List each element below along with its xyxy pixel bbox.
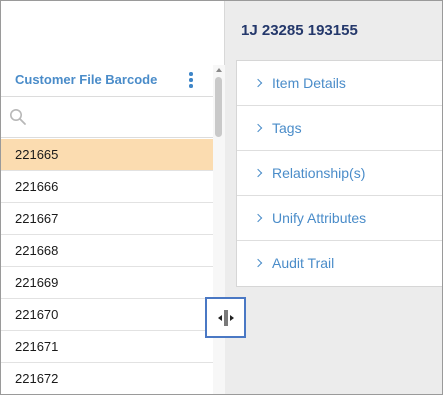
list-panel: Customer File Barcode 221665 221666 221667… xyxy=(1,1,225,394)
column-title[interactable]: Customer File Barcode xyxy=(15,72,157,87)
search-row xyxy=(1,96,213,138)
column-header: Customer File Barcode xyxy=(1,65,213,95)
table-row[interactable]: 221667 xyxy=(1,203,213,235)
table-row[interactable]: 221665 xyxy=(1,139,213,171)
section-label: Item Details xyxy=(272,75,346,91)
chevron-right-icon xyxy=(253,168,263,178)
list-scrollbar[interactable] xyxy=(213,65,225,394)
section-audit-trail[interactable]: Audit Trail xyxy=(237,241,442,286)
section-relationship-s[interactable]: Relationship(s) xyxy=(237,151,442,196)
detail-sections: Item Details Tags Relationship(s) Unify Att… xyxy=(236,60,442,287)
table-row[interactable]: 221666 xyxy=(1,171,213,203)
scroll-up-arrow-icon[interactable] xyxy=(216,68,222,72)
section-label: Relationship(s) xyxy=(272,165,366,181)
detail-panel: 1J 23285 193155 Item Details Tags Relation… xyxy=(225,1,442,394)
table-row[interactable]: 221670 xyxy=(1,299,213,331)
table-row[interactable]: 221671 xyxy=(1,331,213,363)
table-row[interactable]: 221668 xyxy=(1,235,213,267)
section-label: Audit Trail xyxy=(272,255,335,271)
table-row[interactable]: 221669 xyxy=(1,267,213,299)
chevron-right-icon xyxy=(253,78,263,88)
record-title: 1J 23285 193155 xyxy=(241,22,358,39)
app-window: Customer File Barcode 221665 221666 221667… xyxy=(0,0,443,395)
section-unify-attributes[interactable]: Unify Attributes xyxy=(237,196,442,241)
section-tags[interactable]: Tags xyxy=(237,106,442,151)
barcode-list: 221665 221666 221667 221668 221669 221670 2216… xyxy=(1,139,213,394)
section-label: Tags xyxy=(272,120,302,136)
section-item-details[interactable]: Item Details xyxy=(237,61,442,106)
scroll-thumb[interactable] xyxy=(215,77,222,137)
chevron-right-icon xyxy=(253,213,263,223)
chevron-right-icon xyxy=(253,123,263,133)
column-resize-handle[interactable] xyxy=(205,297,246,338)
section-label: Unify Attributes xyxy=(272,210,367,226)
table-row[interactable]: 221672 xyxy=(1,363,213,394)
column-resize-icon xyxy=(218,310,234,326)
chevron-right-icon xyxy=(253,258,263,268)
search-input[interactable] xyxy=(1,97,213,137)
kebab-menu-icon[interactable] xyxy=(187,71,195,89)
